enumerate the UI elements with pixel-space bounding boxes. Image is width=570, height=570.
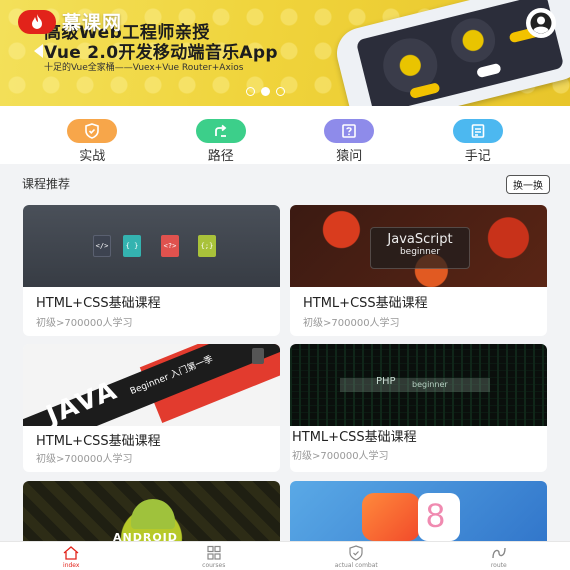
quicknav-label: 路径 <box>207 149 234 164</box>
swift-logo-icon <box>362 493 420 541</box>
banner-carousel[interactable]: 高级Web工程师亲授 Vue 2.0开发移动端音乐App 十足的Vue全家桶——… <box>0 0 570 106</box>
home-icon <box>63 546 79 560</box>
quicknav-item-questions[interactable]: 猿问 <box>309 106 389 164</box>
course-meta: 初级>700000人学习 <box>36 454 133 465</box>
tab-courses[interactable]: courses <box>143 542 286 570</box>
carousel-dot[interactable] <box>246 87 255 96</box>
tab-label: route <box>490 562 507 569</box>
tab-label: courses <box>202 562 226 569</box>
course-thumbnail: JavaScript beginner <box>290 205 547 287</box>
quicknav-label: 实战 <box>79 149 106 164</box>
thumbnail-text: JavaScript <box>387 232 453 247</box>
logo-text: 慕课网 <box>62 12 123 34</box>
html-file-icon: </> <box>93 235 111 257</box>
course-meta: 初级>700000人学习 <box>36 318 133 329</box>
java-cup-icon <box>252 348 264 364</box>
path-arrows-icon <box>195 119 246 143</box>
carousel-dot[interactable] <box>276 87 285 96</box>
ios-logo-icon: 8 <box>418 493 460 541</box>
user-icon <box>530 12 552 34</box>
course-card[interactable]: JAVA Beginner 入门第一季 HTML+CSS基础课程 初级>7000… <box>23 344 280 472</box>
android-robot-icon <box>131 499 175 529</box>
tab-label: actual combat <box>334 562 378 569</box>
tab-label: index <box>63 562 80 569</box>
flame-logo-icon <box>18 9 56 34</box>
js-file-icon: {;} <box>198 235 216 257</box>
section-title: 课程推荐 <box>22 177 71 191</box>
tab-index[interactable]: index <box>0 542 143 570</box>
course-card[interactable]: PHP beginner HTML+CSS基础课程 初级>700000人学习 <box>290 344 547 472</box>
course-title: HTML+CSS基础课程 <box>303 296 428 311</box>
carousel-dot-active[interactable] <box>261 87 270 96</box>
course-title: HTML+CSS基础课程 <box>36 434 161 449</box>
shield-icon <box>349 545 363 561</box>
course-title: HTML+CSS基础课程 <box>292 430 417 445</box>
thumbnail-text: PHP <box>376 376 396 387</box>
thumbnail-subtext: beginner <box>412 380 448 389</box>
quick-nav: 实战 路径 猿问 手记 <box>0 106 570 164</box>
quicknav-item-notes[interactable]: 手记 <box>438 106 518 164</box>
tab-route[interactable]: route <box>428 542 570 570</box>
refresh-button[interactable]: 换一换 <box>506 175 550 194</box>
course-thumbnail: PHP beginner <box>290 344 547 426</box>
quicknav-label: 猿问 <box>336 149 363 164</box>
bottom-tab-bar: index courses actual combat route <box>0 541 570 570</box>
thumbnail-subtext: beginner <box>399 247 441 257</box>
app-logo[interactable]: 慕课网 <box>18 8 122 35</box>
question-icon <box>324 119 375 143</box>
section-header: 课程推荐 换一换 <box>0 170 570 196</box>
notes-icon <box>452 119 503 143</box>
course-thumbnail: </> { } <?> {;} <box>23 205 280 287</box>
route-icon <box>492 547 506 559</box>
quicknav-item-path[interactable]: 路径 <box>181 106 261 164</box>
carousel-indicators <box>246 87 285 96</box>
thumbnail-plate: JavaScript beginner <box>370 227 470 269</box>
user-avatar-button[interactable] <box>526 8 556 38</box>
course-card[interactable]: JavaScript beginner HTML+CSS基础课程 初级>7000… <box>290 205 547 336</box>
course-card[interactable]: </> { } <?> {;} HTML+CSS基础课程 初级>700000人学… <box>23 205 280 336</box>
php-file-icon: <?> <box>161 235 179 257</box>
banner-prev-arrow-icon[interactable] <box>34 44 43 58</box>
grid-icon <box>207 545 221 560</box>
quicknav-label: 手记 <box>464 149 491 164</box>
course-thumbnail: JAVA Beginner 入门第一季 <box>23 344 280 426</box>
thumbnail-plate: PHP beginner <box>340 376 490 392</box>
course-meta: 初级>700000人学习 <box>303 318 400 329</box>
shield-icon <box>67 119 118 143</box>
css-file-icon: { } <box>123 235 141 257</box>
banner-subtitle: 十足的Vue全家桶——Vuex+Vue Router+Axios <box>44 63 244 73</box>
tab-actual-combat[interactable]: actual combat <box>285 542 428 570</box>
quicknav-item-practice[interactable]: 实战 <box>52 106 132 164</box>
course-meta: 初级>700000人学习 <box>292 451 389 462</box>
course-title: HTML+CSS基础课程 <box>36 296 161 311</box>
